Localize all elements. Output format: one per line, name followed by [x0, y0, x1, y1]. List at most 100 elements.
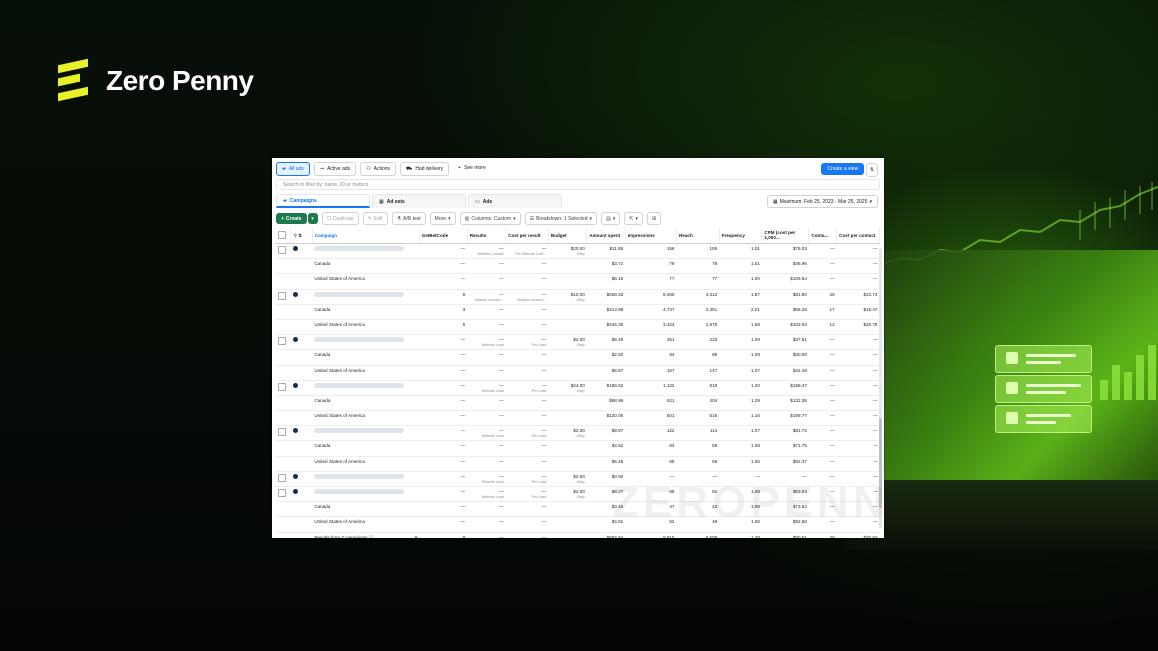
delivery-toggle[interactable] [290, 304, 313, 320]
table-row[interactable]: 9— Multiple convers... — Multiple convers..… [276, 289, 880, 305]
column-header[interactable]: Cost per result [505, 227, 549, 244]
table-row[interactable]: United States of America — — — $8.15 77 77 1.00… [276, 273, 880, 290]
row-checkbox[interactable] [276, 349, 291, 366]
table-row[interactable]: — — Website Contact — Per Website Cont... $20… [276, 243, 880, 260]
table-row[interactable]: Canada — — — $2.82 94 86 1.09 $30.00 — — [276, 349, 880, 366]
column-header[interactable]: Budget [548, 227, 588, 244]
table-row[interactable]: — — Website Lead — Per Lead $24.00 Daily $186.0… [276, 380, 880, 396]
row-checkbox[interactable] [276, 410, 291, 427]
select-all-checkbox[interactable] [276, 227, 292, 244]
delivery-toggle[interactable] [290, 380, 313, 396]
delivery-toggle[interactable] [290, 365, 313, 381]
delivery-toggle[interactable] [290, 334, 313, 351]
toggle-column-header[interactable]: ⚲ ⇅ [290, 227, 313, 244]
see-more-button[interactable]: + See more [453, 162, 491, 174]
table-row[interactable]: United States of America — — — $6.67 157 147 1.… [276, 365, 880, 381]
row-checkbox[interactable] [276, 380, 291, 396]
delivery-toggle[interactable] [290, 425, 313, 442]
campaign-name-cell[interactable] [312, 380, 420, 396]
row-checkbox[interactable] [276, 486, 291, 503]
row-checkbox[interactable] [276, 456, 291, 472]
campaign-name-cell[interactable] [312, 425, 420, 442]
ab-test-button[interactable]: ⚗ A/B test [391, 212, 426, 225]
footer-label-cell[interactable]: Results from 7 campaigns ⓘ ▾ [312, 532, 420, 538]
table-row[interactable]: Canada 3 — — $313.98 4,737 2,351 2.01 $66.28 17 $1… [276, 304, 880, 320]
table-row[interactable]: — — Website Lead — Per Lead $2.00 Daily $9.97 12… [276, 425, 880, 442]
chart-button[interactable]: ⊞ [646, 212, 662, 225]
table-row[interactable]: Canada — — — $4.52 63 58 1.09 $71.75 — — [276, 440, 880, 457]
duplicate-button[interactable]: ❐ Duplicate [321, 212, 359, 225]
table-row[interactable]: — — Website Lead — Per Lead $2.00 Daily $9.49 25… [276, 334, 880, 351]
more-button[interactable]: More ▾ [429, 212, 456, 225]
export-button[interactable]: ⇱ ▾ [624, 212, 643, 225]
table-row[interactable]: United States of America — — — $120.06 601 516… [276, 410, 880, 427]
checkbox[interactable] [278, 473, 286, 482]
active-ads-filter[interactable]: ⇝ Active ads [313, 162, 357, 176]
columns-dropdown[interactable]: ▥ Columns: Custom ▾ [459, 212, 521, 225]
column-header[interactable]: Amount spent [586, 227, 626, 244]
all-ads-filter[interactable]: ▰ All ads [276, 162, 310, 176]
column-header[interactable]: Frequency [719, 227, 763, 244]
chevron-down-icon[interactable]: ▾ [415, 535, 417, 538]
campaign-name-cell[interactable] [312, 289, 420, 305]
delivery-toggle[interactable] [290, 258, 313, 275]
had-delivery-filter[interactable]: ⛟ Had delivery [400, 162, 450, 176]
create-dropdown-button[interactable]: ▾ [307, 213, 318, 224]
row-checkbox[interactable] [276, 516, 291, 533]
table-row[interactable]: Canada — — — $3.71 79 78 1.01 $46.96 — — [276, 258, 880, 275]
actions-filter[interactable]: ⚇ Actions [360, 162, 397, 176]
delivery-toggle[interactable] [290, 486, 313, 503]
column-header[interactable]: Results [467, 227, 507, 244]
checkbox[interactable] [278, 382, 286, 391]
create-button[interactable]: + Create [276, 213, 307, 224]
column-header[interactable]: CPM (cost per 1,000... [761, 227, 810, 244]
settings-toggle-icon[interactable]: ⇅ [866, 163, 878, 177]
column-header[interactable]: GetBetCode [419, 227, 468, 244]
tab-campaigns[interactable]: ▰ Campaigns [276, 194, 370, 208]
row-checkbox[interactable] [276, 243, 291, 260]
table-row[interactable]: Canada — — — $68.96 521 404 1.29 $132.36 — — [276, 395, 880, 412]
table-row[interactable]: United States of America 6 — — $345.35 3,323 1… [276, 319, 880, 336]
delivery-toggle[interactable] [290, 440, 313, 457]
row-checkbox[interactable] [276, 471, 291, 488]
table-row[interactable]: United States of America — — — $5.45 59 56 1.05… [276, 456, 880, 472]
checkbox[interactable] [278, 428, 286, 437]
row-checkbox[interactable] [276, 501, 291, 518]
column-header[interactable]: Campaign [312, 227, 420, 244]
delivery-toggle[interactable] [290, 319, 313, 336]
checkbox[interactable] [278, 337, 286, 346]
row-checkbox[interactable] [276, 319, 291, 336]
delivery-toggle[interactable] [290, 273, 313, 290]
delivery-toggle[interactable] [290, 471, 313, 488]
delivery-toggle[interactable] [290, 456, 313, 472]
row-checkbox[interactable] [276, 425, 291, 442]
column-header[interactable]: Impressions [625, 227, 677, 244]
checkbox[interactable] [278, 291, 286, 300]
delivery-toggle[interactable] [290, 349, 313, 366]
delivery-toggle[interactable] [290, 243, 313, 260]
tab-ads[interactable]: ▭ Ads [468, 194, 562, 208]
column-header[interactable]: Reach [676, 227, 720, 244]
info-icon[interactable]: ⓘ [367, 535, 374, 538]
reports-button[interactable]: ▤ ▾ [601, 212, 621, 225]
row-checkbox[interactable] [276, 365, 291, 381]
row-checkbox[interactable] [276, 334, 291, 351]
campaign-name-cell[interactable] [312, 471, 420, 488]
search-input[interactable]: Search to filter by: name, ID or metrics [276, 179, 880, 190]
column-header[interactable]: Cost per contact [836, 227, 880, 244]
delivery-toggle[interactable] [290, 395, 313, 412]
tab-ad-sets[interactable]: ▦ Ad sets [372, 194, 466, 208]
campaign-name-cell[interactable] [312, 243, 420, 260]
edit-button[interactable]: ✎ Edit [362, 212, 388, 225]
row-checkbox[interactable] [276, 395, 291, 412]
column-header[interactable]: Conta... [808, 227, 838, 244]
row-checkbox[interactable] [276, 440, 291, 457]
row-checkbox[interactable] [276, 273, 291, 290]
checkbox[interactable] [278, 489, 286, 497]
campaign-name-cell[interactable] [312, 334, 420, 351]
row-checkbox[interactable] [276, 258, 291, 275]
delivery-toggle[interactable] [290, 289, 313, 305]
campaign-name-cell[interactable] [312, 486, 420, 503]
delivery-toggle[interactable] [290, 516, 313, 533]
create-view-button[interactable]: Create a view [821, 163, 864, 175]
